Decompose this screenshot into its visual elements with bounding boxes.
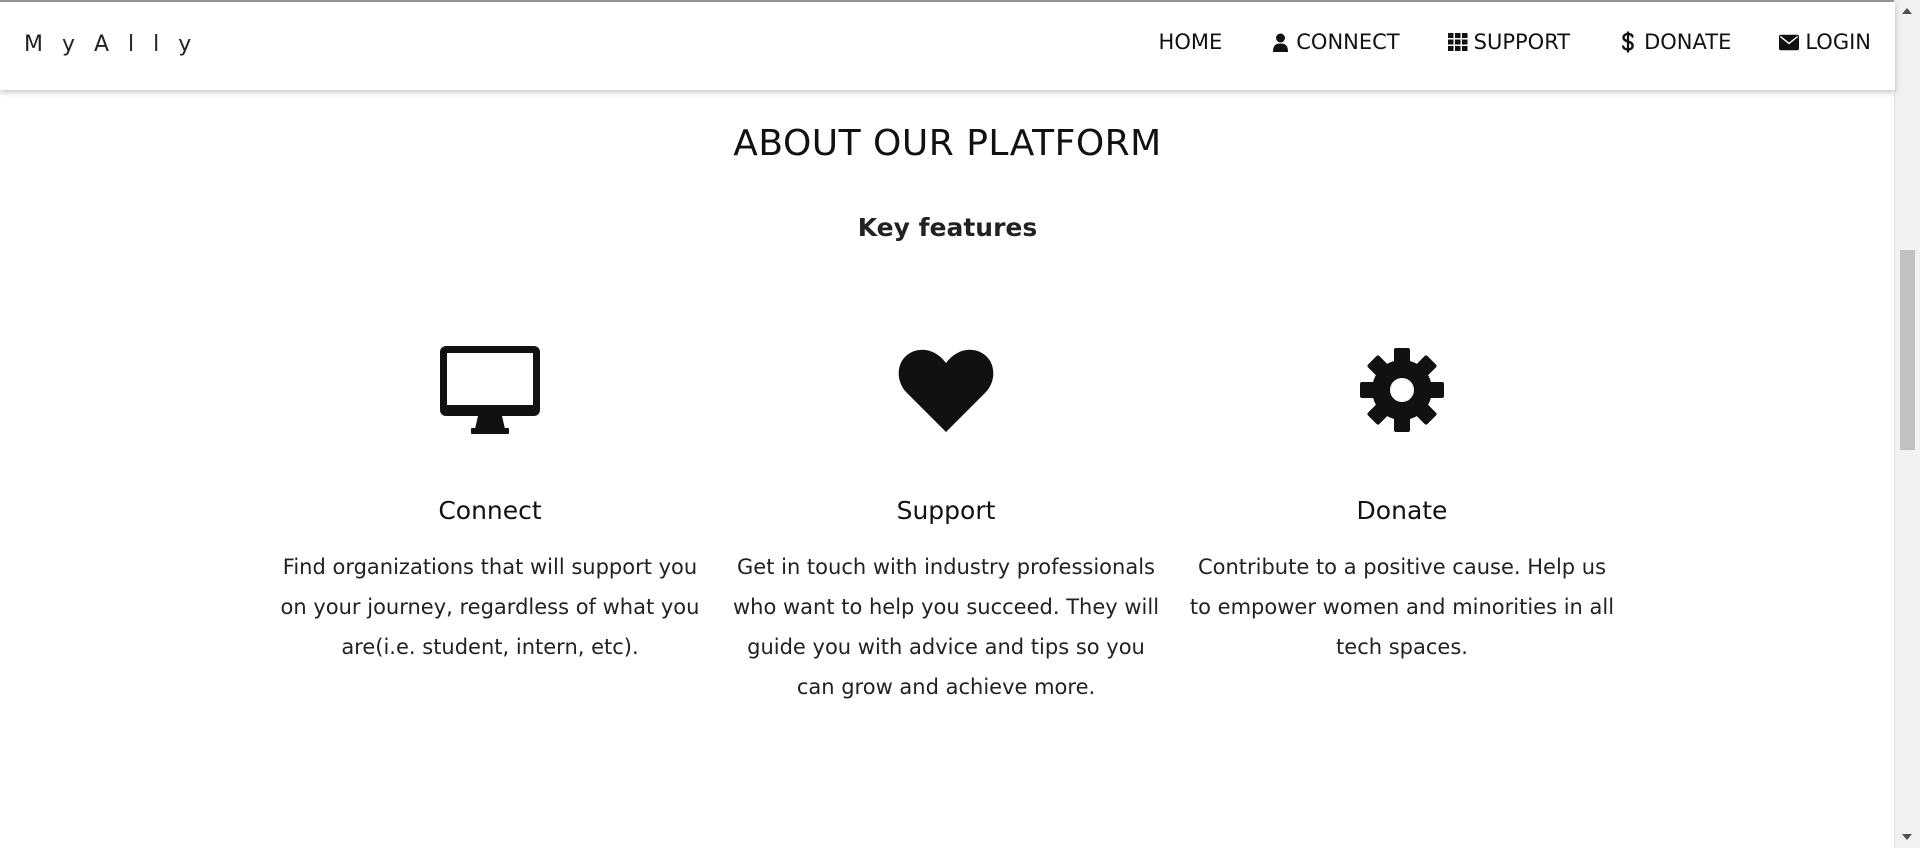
brand-logo[interactable]: M y A l l y <box>24 32 197 57</box>
section-title: ABOUT OUR PLATFORM <box>733 123 1162 164</box>
nav-login-label: LOGIN <box>1805 30 1871 54</box>
nav-connect[interactable]: CONNECT <box>1270 30 1400 54</box>
user-icon <box>1270 32 1290 52</box>
envelope-icon <box>1779 32 1800 52</box>
desktop-icon <box>274 340 706 440</box>
nav-support-label: SUPPORT <box>1473 30 1571 54</box>
nav-login[interactable]: LOGIN <box>1779 30 1871 54</box>
nav-donate[interactable]: DONATE <box>1618 30 1731 54</box>
section-subtitle: Key features <box>857 213 1038 242</box>
page: M y A l l y HOME CONNECT SUPPORT DONATE … <box>0 0 1920 848</box>
feature-description: Find organizations that will support you… <box>280 555 700 659</box>
nav-connect-label: CONNECT <box>1296 30 1400 54</box>
nav-donate-label: DONATE <box>1644 30 1732 54</box>
scroll-up-arrow-icon[interactable] <box>1902 8 1912 14</box>
grid-icon <box>1447 32 1468 52</box>
feature-connect: Connect Find organizations that will sup… <box>274 340 706 707</box>
feature-description: Contribute to a positive cause. Help us … <box>1189 555 1615 659</box>
feature-title: Connect <box>438 496 542 525</box>
feature-donate: Donate Contribute to a positive cause. H… <box>1186 340 1618 707</box>
navbar: M y A l l y HOME CONNECT SUPPORT DONATE … <box>0 2 1895 90</box>
dollar-icon <box>1618 31 1638 53</box>
feature-title: Donate <box>1356 496 1448 525</box>
feature-support: Support Get in touch with industry profe… <box>730 340 1162 707</box>
feature-title: Support <box>896 496 996 525</box>
nav-support[interactable]: SUPPORT <box>1447 30 1571 54</box>
nav-home-label: HOME <box>1158 30 1223 54</box>
feature-description: Get in touch with industry professionals… <box>732 555 1160 699</box>
gear-icon <box>1186 340 1618 440</box>
heart-icon <box>730 340 1162 440</box>
scroll-thumb[interactable] <box>1900 250 1915 450</box>
vertical-scrollbar[interactable] <box>1894 0 1920 848</box>
about-section: ABOUT OUR PLATFORM Key features Connect … <box>0 90 1895 848</box>
nav-links: HOME CONNECT SUPPORT DONATE LOGIN <box>1159 30 1871 54</box>
nav-home[interactable]: HOME <box>1159 30 1223 54</box>
features-row: Connect Find organizations that will sup… <box>274 340 1618 707</box>
scroll-down-arrow-icon[interactable] <box>1902 834 1912 840</box>
